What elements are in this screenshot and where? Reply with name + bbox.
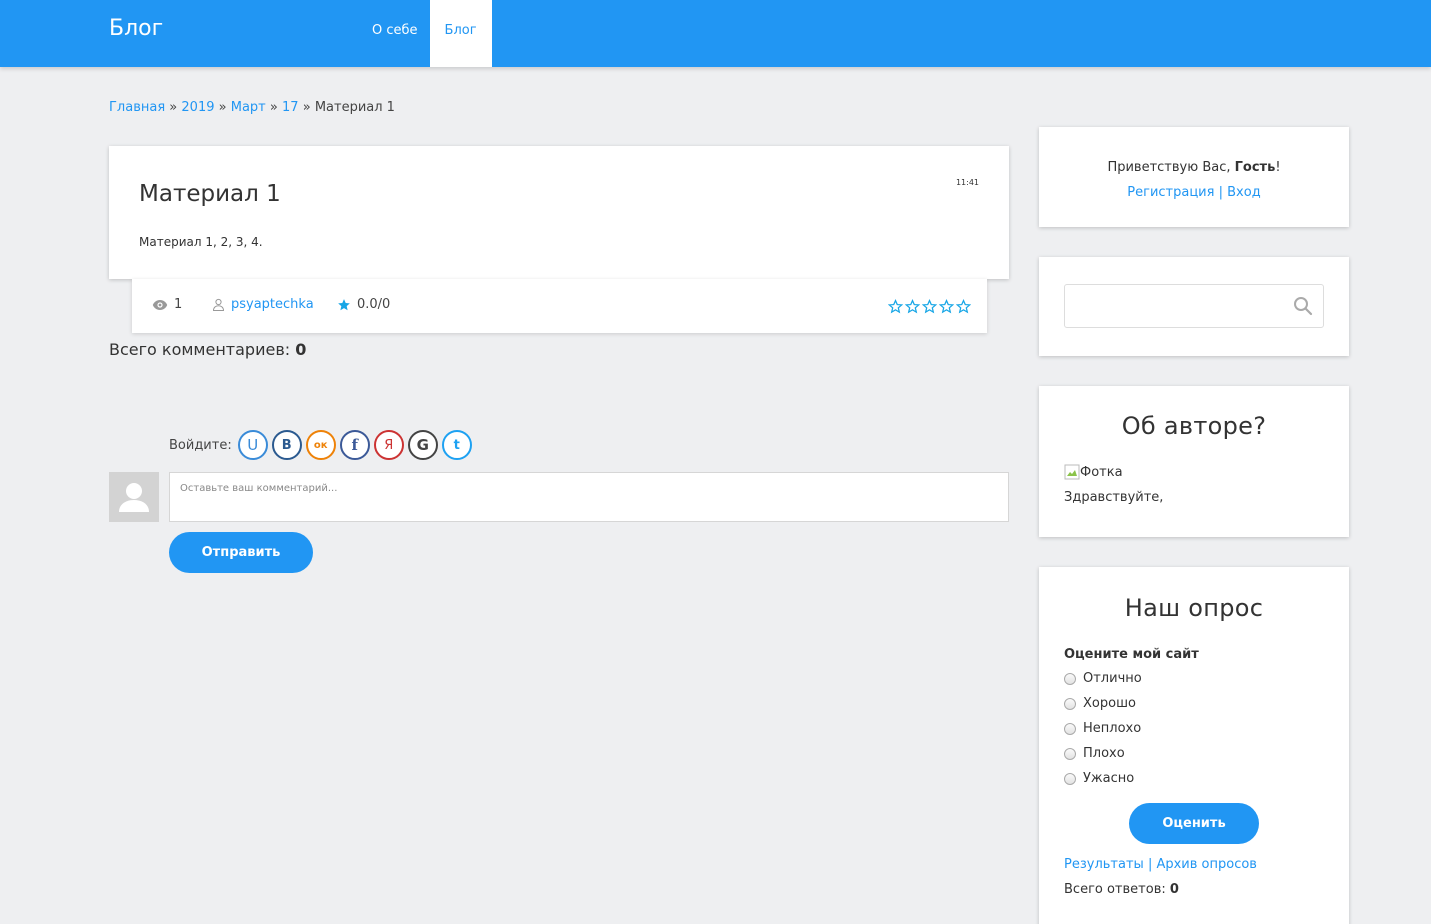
post-time: 11:41 <box>955 178 979 187</box>
post-body: Материал 1, 2, 3, 4. <box>139 235 263 249</box>
rate-star-icon[interactable] <box>888 299 903 314</box>
radio-button[interactable] <box>1064 747 1076 760</box>
twitter-login-icon[interactable]: t <box>441 430 472 460</box>
comments-count-label: Всего комментариев: <box>109 340 291 359</box>
poll-option-label: Ужасно <box>1083 771 1135 786</box>
greeting-text: Приветствую Вас, Гость! <box>1039 155 1349 180</box>
user-icon <box>212 298 225 311</box>
search-icon[interactable] <box>1293 296 1313 316</box>
rate-star-icon[interactable] <box>956 299 971 314</box>
poll-option[interactable]: Неплохо <box>1064 721 1141 736</box>
views-count: 1 <box>174 297 183 312</box>
poll-total-value: 0 <box>1169 882 1179 897</box>
vote-button[interactable]: Оценить <box>1129 803 1259 844</box>
eye-icon <box>152 299 168 310</box>
poll-results-link[interactable]: Результаты <box>1064 857 1144 872</box>
avatar <box>109 472 159 522</box>
user-placeholder-icon <box>119 483 149 512</box>
about-text: Здравствуйте, <box>1064 490 1164 505</box>
poll-widget: Наш опрос Оцените мой сайт Отлично Хорош… <box>1039 567 1349 924</box>
search-input[interactable] <box>1064 284 1324 328</box>
author-meta: psyaptechka <box>212 297 314 312</box>
site-logo[interactable]: Блог <box>109 16 163 41</box>
author-photo-alt: Фотка <box>1080 464 1123 480</box>
link-separator: | <box>1218 185 1223 200</box>
greeting-prefix: Приветствую Вас, <box>1107 160 1231 175</box>
poll-total-label: Всего ответов: <box>1064 882 1166 897</box>
odnoklassniki-login-icon[interactable]: ок <box>305 430 336 460</box>
rating-meta: 0.0/0 <box>337 297 390 312</box>
poll-option[interactable]: Отлично <box>1064 671 1142 686</box>
radio-button[interactable] <box>1064 672 1076 685</box>
post-meta: 1 psyaptechka 0.0/0 <box>132 279 987 333</box>
author-photo: Фотка <box>1064 464 1123 480</box>
breadcrumb: Главная » 2019 » Март » 17 » Материал 1 <box>109 100 395 115</box>
poll-option-label: Хорошо <box>1083 696 1136 711</box>
breadcrumb-separator: » <box>169 100 178 115</box>
social-login-label: Войдите: <box>169 437 232 453</box>
auth-links: Регистрация | Вход <box>1039 180 1349 205</box>
poll-option[interactable]: Плохо <box>1064 746 1125 761</box>
poll-option-label: Отлично <box>1083 671 1142 686</box>
poll-option[interactable]: Ужасно <box>1064 771 1134 786</box>
greeting-widget: Приветствую Вас, Гость! Регистрация | Вх… <box>1039 127 1349 227</box>
greeting-suffix: ! <box>1275 160 1281 175</box>
rate-star-icon[interactable] <box>939 299 954 314</box>
login-link[interactable]: Вход <box>1227 185 1261 200</box>
nav-item-about[interactable]: О себе <box>360 0 430 67</box>
comment-textarea[interactable]: Оставьте ваш комментарий... <box>169 472 1009 522</box>
register-link[interactable]: Регистрация <box>1127 185 1214 200</box>
poll-title: Наш опрос <box>1124 594 1264 622</box>
poll-option-label: Неплохо <box>1083 721 1142 736</box>
comments-count-value: 0 <box>295 340 307 359</box>
link-separator: | <box>1147 857 1153 872</box>
breadcrumb-home[interactable]: Главная <box>109 100 165 115</box>
breadcrumb-month[interactable]: Март <box>231 100 266 115</box>
breadcrumb-separator: » <box>302 100 311 115</box>
broken-image-icon <box>1064 464 1080 480</box>
greeting-name: Гость <box>1234 160 1276 175</box>
post-title: Материал 1 <box>139 181 281 207</box>
about-title: Об авторе? <box>1121 412 1267 440</box>
facebook-login-icon[interactable]: f <box>339 430 370 460</box>
poll-option-label: Плохо <box>1083 746 1125 761</box>
ucoz-login-icon[interactable]: U <box>237 430 268 460</box>
star-icon <box>338 298 350 310</box>
rate-star-icon[interactable] <box>922 299 937 314</box>
google-login-icon[interactable]: G <box>407 430 438 460</box>
radio-button[interactable] <box>1064 722 1076 735</box>
vk-login-icon[interactable]: В <box>271 430 302 460</box>
social-login: Войдите: U В ок f Я G t <box>169 430 472 460</box>
author-link[interactable]: psyaptechka <box>231 297 314 312</box>
rate-stars <box>888 299 971 314</box>
breadcrumb-separator: » <box>218 100 227 115</box>
header: Блог О себе Блог <box>0 0 1431 67</box>
poll-links: Результаты | Архив опросов <box>1064 857 1257 872</box>
about-widget: Об авторе? Фотка Здравствуйте, <box>1039 386 1349 537</box>
yandex-login-icon[interactable]: Я <box>373 430 404 460</box>
nav-item-blog[interactable]: Блог <box>429 0 492 67</box>
search-widget <box>1039 257 1349 356</box>
poll-archive-link[interactable]: Архив опросов <box>1156 857 1257 872</box>
poll-total: Всего ответов: 0 <box>1064 882 1179 897</box>
breadcrumb-current: Материал 1 <box>314 100 395 115</box>
comments-count: Всего комментариев: 0 <box>109 340 306 359</box>
send-comment-button[interactable]: Отправить <box>169 532 313 573</box>
rating-value: 0.0/0 <box>357 297 391 312</box>
breadcrumb-day[interactable]: 17 <box>282 100 299 115</box>
radio-button[interactable] <box>1064 772 1076 785</box>
breadcrumb-year[interactable]: 2019 <box>181 100 214 115</box>
views-counter: 1 <box>152 297 182 312</box>
rate-star-icon[interactable] <box>905 299 920 314</box>
poll-question: Оцените мой сайт <box>1064 647 1199 662</box>
poll-option[interactable]: Хорошо <box>1064 696 1136 711</box>
main-nav: О себе Блог <box>360 0 492 67</box>
breadcrumb-separator: » <box>269 100 278 115</box>
radio-button[interactable] <box>1064 697 1076 710</box>
post-card: Материал 1 11:41 Материал 1, 2, 3, 4. <box>109 146 1009 279</box>
